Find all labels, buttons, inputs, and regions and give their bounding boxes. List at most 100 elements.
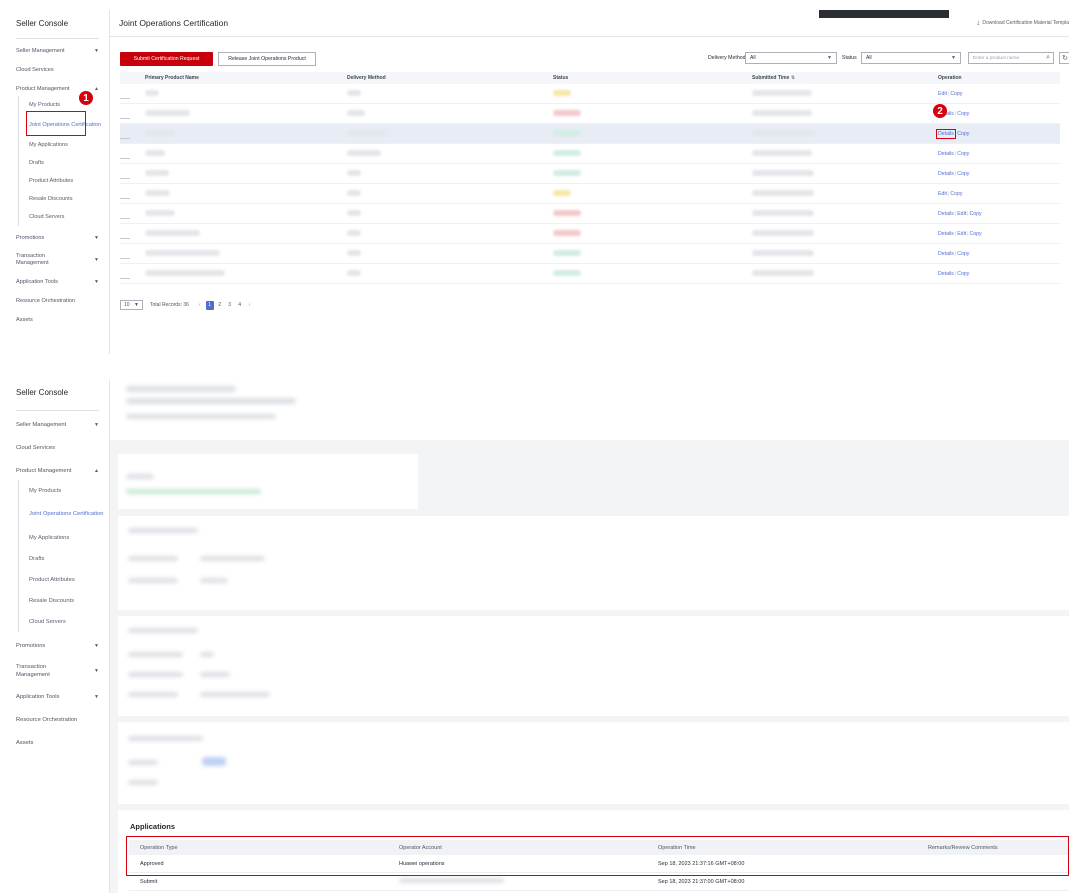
sidebar-item-cloud-services[interactable]: Cloud Services xyxy=(6,438,109,457)
sidebar-item-resource-orchestration[interactable]: Resource Orchestration xyxy=(6,710,109,729)
blurred-text xyxy=(752,169,814,176)
sidebar-item-promotions[interactable]: Promotions ▼ xyxy=(6,231,109,245)
delivery-method-select[interactable]: All ▼ xyxy=(745,52,837,64)
download-template-link[interactable]: ⤓ Download Certification Material Templa xyxy=(977,20,1069,26)
sidebar-item-label: Seller Management xyxy=(16,421,67,428)
page-number[interactable]: 4 xyxy=(236,301,244,310)
sidebar-item-drafts[interactable]: Drafts xyxy=(18,548,109,569)
edit-link[interactable]: Edit xyxy=(938,91,947,97)
chevron-down-icon: ▼ xyxy=(94,693,99,700)
sidebar-item-resale-discounts[interactable]: Resale Discounts xyxy=(18,190,109,208)
sidebar-item-cloud-servers[interactable]: Cloud Servers xyxy=(18,611,109,632)
sidebar-item-my-applications[interactable]: My Applications xyxy=(18,527,109,548)
copy-link[interactable]: Copy xyxy=(950,91,962,97)
chevron-down-icon: ▼ xyxy=(951,55,956,61)
sidebar-item-product-attributes[interactable]: Product Attributes xyxy=(18,172,109,190)
sidebar-item-assets[interactable]: Assets xyxy=(6,313,109,327)
sidebar-item-cloud-servers[interactable]: Cloud Servers xyxy=(18,208,109,226)
applications-title: Applications xyxy=(130,822,176,831)
sidebar-item-product-management[interactable]: Product Management ▲ xyxy=(6,461,109,480)
copy-link[interactable]: Copy xyxy=(970,211,982,217)
sidebar-item-product-attributes[interactable]: Product Attributes xyxy=(18,569,109,590)
blurred-text xyxy=(126,414,276,419)
blurred-text xyxy=(126,398,296,404)
sidebar-item-promotions[interactable]: Promotions ▼ xyxy=(6,636,109,655)
sidebar-item-seller-management[interactable]: Seller Management ▼ xyxy=(6,44,109,58)
page-number[interactable]: 3 xyxy=(226,301,234,310)
table-cell xyxy=(323,269,526,278)
search-input[interactable]: Enter a product name ⌕ xyxy=(968,52,1054,64)
operation-cell: Details|Copy xyxy=(932,171,1060,177)
details-link[interactable]: Details xyxy=(938,211,954,217)
sidebar-item-seller-management[interactable]: Seller Management ▼ xyxy=(6,415,109,434)
chevron-down-icon: ▼ xyxy=(94,421,99,428)
copy-link[interactable]: Copy xyxy=(970,231,982,237)
edit-link[interactable]: Edit xyxy=(957,211,966,217)
chevron-up-icon: ▲ xyxy=(94,467,99,474)
chevron-down-icon: ▼ xyxy=(94,642,99,649)
separator: | xyxy=(954,210,957,217)
sidebar-item-transaction-management[interactable]: Transaction Management ▼ xyxy=(6,659,109,683)
highlight-frame-applications xyxy=(126,836,1069,876)
blurred-text xyxy=(145,229,200,236)
sidebar-item-application-tools[interactable]: Application Tools ▼ xyxy=(6,687,109,706)
copy-link[interactable]: Copy xyxy=(957,171,969,177)
details-link[interactable]: Details xyxy=(938,271,954,277)
blurred-text xyxy=(128,672,183,677)
page-size-select[interactable]: 10 ▼ xyxy=(120,300,143,310)
blurred-text xyxy=(200,692,270,697)
copy-link[interactable]: Copy xyxy=(957,131,969,137)
table-cell xyxy=(323,89,526,98)
search-icon[interactable]: ⌕ xyxy=(1046,54,1050,62)
chevron-left-icon[interactable]: ‹ xyxy=(199,302,201,308)
top-overlay-bar xyxy=(819,10,949,18)
table-cell xyxy=(323,149,526,158)
chevron-right-icon[interactable]: › xyxy=(249,302,251,308)
details-link[interactable]: Details xyxy=(938,231,954,237)
sidebar-item-drafts[interactable]: Drafts xyxy=(18,154,109,172)
sidebar-item-joint-operations-certification[interactable]: Joint Operations Certification xyxy=(18,501,109,527)
sidebar-item-transaction-management[interactable]: Transaction Management ▼ xyxy=(6,250,109,270)
blurred-text xyxy=(347,149,381,156)
copy-link[interactable]: Copy xyxy=(950,191,962,197)
copy-link[interactable]: Copy xyxy=(957,271,969,277)
details-link[interactable]: Details xyxy=(936,128,956,139)
sort-icon[interactable]: ⇅ xyxy=(791,75,795,81)
sidebar-item-my-applications[interactable]: My Applications xyxy=(18,136,109,154)
status-select[interactable]: All ▼ xyxy=(861,52,961,64)
copy-link[interactable]: Copy xyxy=(957,151,969,157)
blurred-text xyxy=(752,129,814,136)
copy-link[interactable]: Copy xyxy=(957,111,969,117)
submit-certification-button[interactable]: Submit Certification Request xyxy=(120,52,213,66)
refresh-icon[interactable]: ↻ xyxy=(1059,52,1069,64)
sidebar-item-resource-orchestration[interactable]: Resource Orchestration xyxy=(6,294,109,308)
page-number[interactable]: 2 xyxy=(216,301,224,310)
copy-link[interactable]: Copy xyxy=(957,251,969,257)
edit-link[interactable]: Edit xyxy=(938,191,947,197)
column-header-label: Submitted Time xyxy=(752,75,790,81)
sidebar-item-cloud-services[interactable]: Cloud Services xyxy=(6,63,109,77)
sidebar-item-assets[interactable]: Assets xyxy=(6,733,109,752)
sidebar-item-resale-discounts[interactable]: Resale Discounts xyxy=(18,590,109,611)
certification-details-panel: Applications Operation Type Operator Acc… xyxy=(110,380,1069,893)
page-number[interactable]: 1 xyxy=(205,300,214,310)
table-row: Details|Edit|Copy xyxy=(120,204,1060,224)
blurred-text xyxy=(128,760,158,765)
blurred-text xyxy=(128,736,203,741)
details-link[interactable]: Details xyxy=(938,151,954,157)
blurred-text xyxy=(553,229,581,236)
edit-link[interactable]: Edit xyxy=(957,231,966,237)
details-link[interactable]: Details xyxy=(938,171,954,177)
details-section-card xyxy=(118,616,1069,716)
sidebar-item-product-management[interactable]: Product Management ▲ xyxy=(6,82,109,96)
column-header-submitted-time[interactable]: Submitted Time ⇅ xyxy=(729,75,932,81)
sidebar: Seller Console Seller Management ▼ Cloud … xyxy=(6,10,110,354)
details-link[interactable]: Details xyxy=(938,251,954,257)
blurred-text xyxy=(145,109,190,116)
sidebar-item-application-tools[interactable]: Application Tools ▼ xyxy=(6,275,109,289)
status-label: Status xyxy=(842,55,857,61)
blurred-text xyxy=(553,189,571,196)
sidebar-item-my-products[interactable]: My Products xyxy=(18,480,109,501)
table-row: Details|Copy xyxy=(120,144,1060,164)
release-product-button[interactable]: Release Joint Operations Product xyxy=(218,52,316,66)
